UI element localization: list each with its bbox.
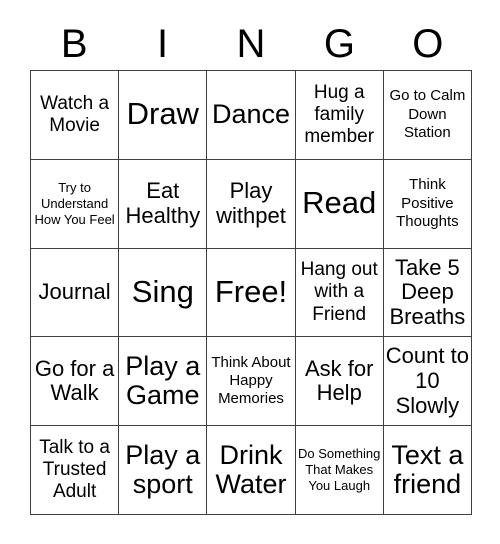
bingo-cell[interactable]: Eat Healthy [119,159,208,249]
bingo-cell-label: Watch a Movie [40,92,110,136]
bingo-cell[interactable]: Do Something That Makes You Laugh [295,426,384,515]
bingo-cell-label: Play withpet [216,178,286,228]
bingo-cell-label: Take 5 Deep Breaths [389,254,466,329]
bingo-cell[interactable]: Dance [207,71,296,160]
bingo-cell[interactable]: Try to Understand How You Feel [31,159,120,249]
bingo-cell-label: Free! [214,274,288,310]
bingo-cell-label: Read [302,185,377,221]
bingo-cell-label: Dance [211,99,291,130]
bingo-cell[interactable]: Ask for Help [295,337,384,427]
bingo-cell-label: Sing [131,274,194,310]
bingo-cell-label: Think About Happy Memories [211,353,291,408]
bingo-grid: Watch a Movie Draw Dance Hug a family me… [30,70,472,515]
bingo-cell-label: Play a Game [125,351,201,411]
bingo-cell[interactable]: Text a friend [383,426,472,515]
bingo-cell[interactable]: Play a Game [119,337,208,427]
bingo-header-letter-g: G [323,22,355,66]
bingo-header-row: B I N G O [30,18,472,70]
bingo-cell[interactable]: Go to Calm Down Station [383,71,472,160]
bingo-cell-label: Eat Healthy [125,178,201,228]
bingo-cell-label: Go for a Walk [34,355,115,406]
bingo-cell-label: Count to 10 Slowly [385,343,469,418]
bingo-cell-label: Ask for Help [304,355,374,406]
bingo-cell[interactable]: Journal [31,248,120,338]
bingo-cell-label: Journal [38,279,111,305]
bingo-header-letter-i: I [157,22,169,66]
bingo-cell[interactable]: Read [295,159,384,249]
bingo-cell-label: Text a friend [391,439,464,500]
bingo-cell[interactable]: Drink Water [207,426,296,515]
bingo-cell-label: Think Positive Thoughts [396,176,459,230]
bingo-cell-label: Try to Understand How You Feel [34,179,115,227]
bingo-cell[interactable]: Think Positive Thoughts [383,159,472,249]
bingo-card: B I N G O Watch a Movie Draw Dance Hug a… [0,0,500,544]
bingo-cell[interactable]: Hang out with a Friend [295,248,384,338]
bingo-cell[interactable]: Play withpet [207,159,296,249]
bingo-cell[interactable]: Think About Happy Memories [207,337,296,427]
bingo-header-letter-n: N [236,22,266,66]
bingo-cell[interactable]: Sing [119,248,208,338]
bingo-cell[interactable]: Play a sport [119,426,208,515]
bingo-cell-label: Go to Calm Down Station [389,87,466,142]
bingo-cell[interactable]: Draw [119,71,208,160]
bingo-cell-label: Hug a family member [304,81,375,147]
bingo-cell-label: Hang out with a Friend [300,259,378,325]
bingo-cell-label: Draw [126,96,199,132]
bingo-cell-free[interactable]: Free! [207,248,296,338]
bingo-cell[interactable]: Talk to a Trusted Adult [31,426,120,515]
bingo-cell-label: Talk to a Trusted Adult [39,437,110,503]
bingo-header-letter-o: O [412,22,444,66]
bingo-cell[interactable]: Watch a Movie [31,71,120,160]
bingo-cell[interactable]: Take 5 Deep Breaths [383,248,472,338]
bingo-cell-label: Drink Water [215,439,287,500]
bingo-cell[interactable]: Hug a family member [295,71,384,160]
bingo-header-letter-b: B [60,22,88,66]
bingo-cell[interactable]: Go for a Walk [31,337,120,427]
bingo-cell-label: Play a sport [125,439,201,500]
bingo-cell[interactable]: Count to 10 Slowly [383,337,472,427]
bingo-cell-label: Do Something That Makes You Laugh [298,445,381,494]
